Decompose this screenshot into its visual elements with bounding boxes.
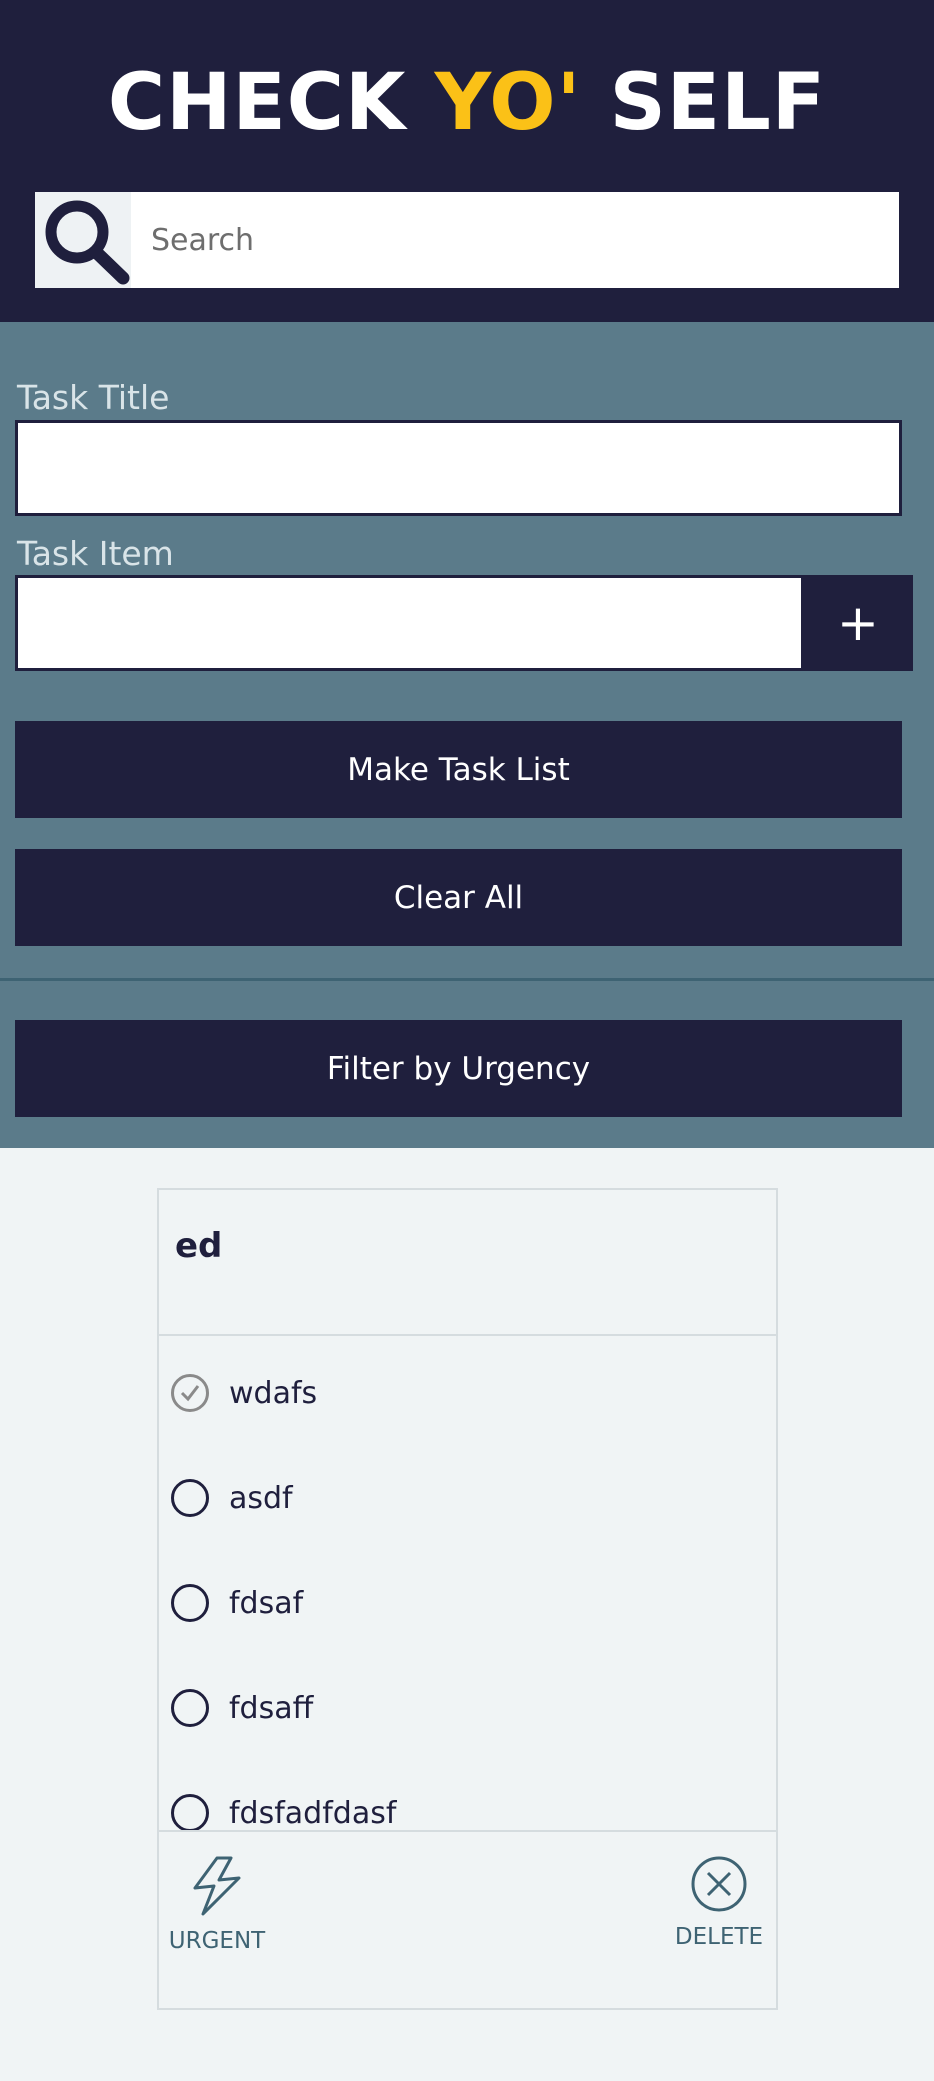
delete-icon bbox=[691, 1856, 747, 1912]
delete-label: DELETE bbox=[674, 1924, 764, 1950]
unchecked-circle-icon[interactable] bbox=[171, 1689, 209, 1727]
task-title-label: Task Title bbox=[17, 378, 170, 417]
app-title: CHECK YO' SELF bbox=[0, 58, 934, 148]
task-item-text: fdsaf bbox=[229, 1585, 304, 1621]
unchecked-circle-icon[interactable] bbox=[171, 1479, 209, 1517]
search-input[interactable] bbox=[131, 192, 899, 288]
title-part-1: CHECK bbox=[107, 58, 435, 148]
search-icon bbox=[45, 200, 130, 285]
task-title-input[interactable] bbox=[15, 420, 902, 516]
task-item-label: Task Item bbox=[17, 534, 174, 573]
search-bar bbox=[35, 192, 899, 288]
card-title: ed bbox=[175, 1226, 223, 1266]
task-item-text: wdafs bbox=[229, 1375, 318, 1411]
task-item-text: fdsfadfdasf bbox=[229, 1795, 397, 1831]
urgent-button[interactable]: URGENT bbox=[167, 1854, 267, 1954]
delete-button[interactable]: DELETE bbox=[669, 1854, 769, 1950]
title-part-2: YO' bbox=[434, 58, 582, 148]
form-divider bbox=[0, 978, 934, 981]
task-card: ed wdafs asdf fdsaf fdsaff fdsfadfdasf U… bbox=[157, 1188, 778, 2010]
task-item-text: asdf bbox=[229, 1480, 293, 1516]
task-form-panel: Task Title Task Item + Make Task List Cl… bbox=[0, 322, 934, 1148]
filter-urgency-button[interactable]: Filter by Urgency bbox=[15, 1020, 902, 1117]
title-part-3: SELF bbox=[581, 58, 827, 148]
task-item[interactable]: wdafs bbox=[171, 1368, 317, 1418]
task-item-input[interactable] bbox=[15, 575, 804, 671]
checked-circle-icon[interactable] bbox=[171, 1374, 209, 1412]
task-item[interactable]: fdsaf bbox=[171, 1578, 303, 1628]
urgent-label: URGENT bbox=[168, 1928, 266, 1954]
lightning-icon bbox=[193, 1856, 241, 1916]
clear-all-button[interactable]: Clear All bbox=[15, 849, 902, 946]
unchecked-circle-icon[interactable] bbox=[171, 1794, 209, 1832]
task-item[interactable]: fdsaff bbox=[171, 1683, 313, 1733]
task-item[interactable]: asdf bbox=[171, 1473, 293, 1523]
unchecked-circle-icon[interactable] bbox=[171, 1584, 209, 1622]
app-header: CHECK YO' SELF bbox=[0, 0, 934, 322]
make-task-list-button[interactable]: Make Task List bbox=[15, 721, 902, 818]
search-button[interactable] bbox=[35, 192, 131, 288]
add-item-button[interactable]: + bbox=[803, 575, 913, 671]
task-item-text: fdsaff bbox=[229, 1690, 314, 1726]
card-footer: URGENT DELETE bbox=[159, 1830, 776, 2008]
